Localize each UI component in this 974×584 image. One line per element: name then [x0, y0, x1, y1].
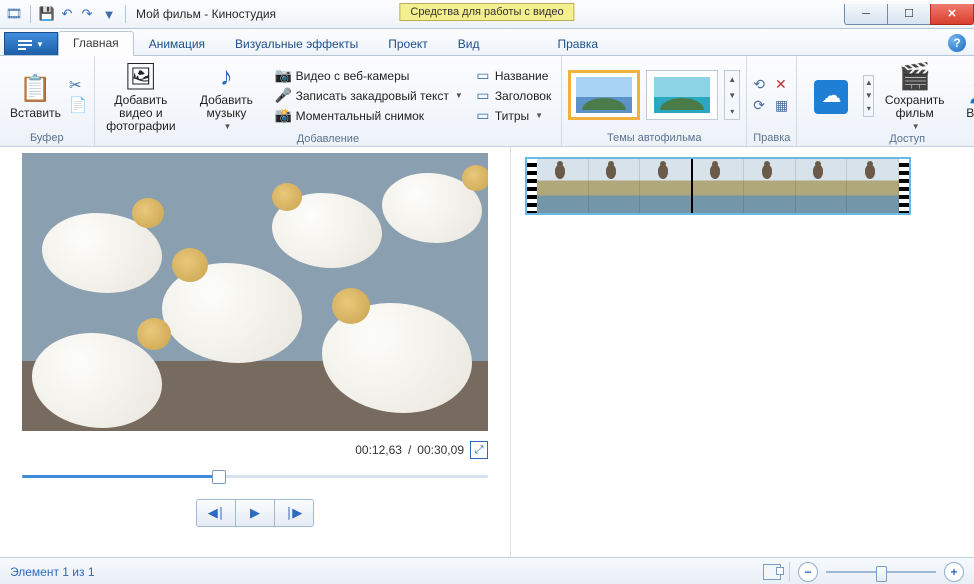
signin-label: Войти: [966, 107, 974, 120]
minimize-button[interactable]: ─: [844, 4, 888, 25]
qat-more-icon[interactable]: ▼: [101, 6, 117, 22]
copy-icon[interactable]: 📄: [69, 96, 88, 114]
help-icon[interactable]: ?: [948, 34, 966, 52]
cloud-icon: ☁: [814, 80, 848, 114]
title-button[interactable]: ▭Название: [471, 67, 555, 85]
file-tab[interactable]: ▼: [4, 32, 58, 55]
time-current: 00:12,63: [355, 443, 402, 457]
playhead[interactable]: [691, 157, 693, 215]
group-add: 🖼 Добавить видео и фотографии ♪ Добавить…: [95, 56, 563, 146]
zoom-slider[interactable]: [826, 565, 936, 579]
save-movie-label: Сохранить фильм: [882, 94, 947, 120]
snapshot-button[interactable]: 📸Моментальный снимок: [272, 107, 467, 125]
photo-video-icon: 🖼: [125, 60, 157, 92]
preview-pane: 00:12,63/00:30,09 ⤢ ◀∣ ▶ ∣▶: [0, 147, 511, 557]
tab-main[interactable]: Главная: [58, 31, 134, 56]
add-music-button[interactable]: ♪ Добавить музыку ▼: [185, 58, 267, 133]
seek-slider[interactable]: [22, 467, 488, 485]
delete-icon[interactable]: ✕: [775, 76, 788, 93]
rotate-left-icon[interactable]: ⟲: [753, 76, 765, 93]
time-row: 00:12,63/00:30,09 ⤢: [22, 431, 488, 467]
play-button[interactable]: ▶: [235, 500, 274, 526]
group-themes: ▲▼▾ Темы автофильма: [562, 56, 747, 146]
tab-project[interactable]: Проект: [373, 32, 443, 56]
credits-button[interactable]: ▭Титры▼: [471, 107, 555, 125]
group-add-label: Добавление: [101, 133, 556, 146]
add-media-button[interactable]: 🖼 Добавить видео и фотографии: [101, 58, 182, 133]
content-area: 00:12,63/00:30,09 ⤢ ◀∣ ▶ ∣▶: [0, 147, 974, 557]
window-buttons: ─ ☐ ✕: [844, 4, 974, 25]
thumbnail-view-icon[interactable]: [763, 564, 781, 580]
prev-frame-button[interactable]: ◀∣: [197, 500, 235, 526]
user-icon: 👤: [967, 73, 974, 105]
window-title: Мой фильм - Киностудия: [136, 7, 276, 21]
maximize-button[interactable]: ☐: [888, 4, 930, 25]
fullscreen-icon[interactable]: ⤢: [470, 441, 488, 459]
group-buffer-label: Буфер: [6, 132, 88, 145]
signin-button[interactable]: 👤 Войти: [955, 71, 974, 120]
film-reel-icon: 🎬: [899, 60, 931, 92]
next-frame-button[interactable]: ∣▶: [274, 500, 313, 526]
share-gallery-more[interactable]: ▲▼▾: [863, 75, 874, 117]
paste-label: Вставить: [10, 107, 61, 120]
group-edit: ⟲ ✕ ⟳ ▦ Правка: [747, 56, 797, 146]
video-preview[interactable]: [22, 153, 488, 431]
tab-vfx[interactable]: Визуальные эффекты: [220, 32, 373, 56]
theme-thumb-1[interactable]: [568, 70, 640, 120]
quick-access-toolbar: 🎞 💾 ↶ ↷ ▼: [0, 5, 130, 23]
rotate-right-icon[interactable]: ⟳: [753, 97, 765, 114]
undo-icon[interactable]: ↶: [59, 6, 75, 22]
caption-button[interactable]: ▭Заголовок: [471, 87, 555, 105]
theme-gallery-more[interactable]: ▲▼▾: [724, 70, 740, 120]
zoom-in-button[interactable]: +: [944, 562, 964, 582]
close-button[interactable]: ✕: [930, 4, 974, 25]
group-access: ☁ ▲▼▾ 🎬 Сохранить фильм▼ 👤 Войти Доступ: [797, 56, 974, 146]
timeline-pane[interactable]: [511, 147, 974, 557]
save-movie-button[interactable]: 🎬 Сохранить фильм▼: [878, 58, 951, 133]
zoom-out-button[interactable]: −: [798, 562, 818, 582]
paste-button[interactable]: 📋 Вставить: [6, 71, 65, 120]
save-icon[interactable]: 💾: [39, 6, 55, 22]
redo-icon[interactable]: ↷: [79, 6, 95, 22]
context-tab-header: Средства для работы с видео: [399, 3, 574, 21]
titlebar: 🎞 💾 ↶ ↷ ▼ Мой фильм - Киностудия Средств…: [0, 0, 974, 29]
group-buffer: 📋 Вставить ✂ 📄 Буфер: [0, 56, 95, 146]
theme-thumb-2[interactable]: [646, 70, 718, 120]
voiceover-button[interactable]: 🎤Записать закадровый текст▼: [272, 87, 467, 105]
caption-icon: ▭: [475, 88, 491, 104]
title-icon: ▭: [475, 68, 491, 84]
group-edit-label: Правка: [753, 132, 790, 145]
app-icon: 🎞: [6, 6, 22, 22]
ribbon-tabs: ▼ Главная Анимация Визуальные эффекты Пр…: [0, 29, 974, 56]
tab-view[interactable]: Вид: [443, 32, 495, 56]
credits-icon: ▭: [475, 108, 491, 124]
group-themes-label: Темы автофильма: [568, 132, 740, 145]
tab-edit[interactable]: Правка: [542, 32, 613, 56]
tab-animation[interactable]: Анимация: [134, 32, 220, 56]
ribbon: 📋 Вставить ✂ 📄 Буфер 🖼 Добавить видео и …: [0, 56, 974, 147]
music-note-icon: ♪: [210, 60, 242, 92]
status-bar: Элемент 1 из 1 − +: [0, 557, 974, 584]
clipboard-icon: 📋: [19, 73, 51, 105]
add-music-label: Добавить музыку: [189, 94, 263, 120]
webcam-button[interactable]: 📷Видео с веб-камеры: [272, 67, 467, 85]
video-clip[interactable]: [525, 157, 911, 215]
snapshot-icon: 📸: [276, 108, 292, 124]
cloud-button[interactable]: ☁: [803, 78, 859, 114]
add-media-label: Добавить видео и фотографии: [105, 94, 178, 133]
select-all-icon[interactable]: ▦: [775, 97, 788, 114]
time-total: 00:30,09: [417, 443, 464, 457]
group-access-label: Доступ: [803, 133, 974, 146]
playback-controls: ◀∣ ▶ ∣▶: [196, 499, 314, 527]
webcam-icon: 📷: [276, 68, 292, 84]
microphone-icon: 🎤: [276, 88, 292, 104]
status-item: Элемент 1 из 1: [10, 565, 95, 579]
cut-icon[interactable]: ✂: [69, 76, 88, 94]
